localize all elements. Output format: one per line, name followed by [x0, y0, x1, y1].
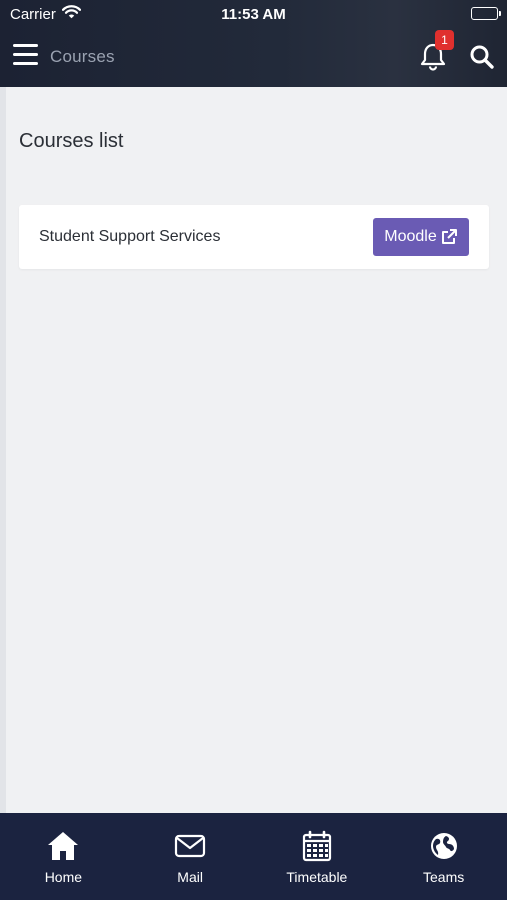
- bottom-tab-bar: Home Mail Timetable Teams: [0, 813, 507, 900]
- tab-label: Timetable: [286, 869, 348, 885]
- moodle-button[interactable]: Moodle: [373, 218, 469, 256]
- moodle-button-label: Moodle: [384, 228, 437, 245]
- search-icon: [470, 45, 494, 69]
- side-edge: [0, 87, 6, 813]
- section-title: Courses list: [19, 130, 124, 152]
- mail-icon: [173, 830, 207, 862]
- external-link-icon: [441, 229, 457, 244]
- tab-label: Home: [44, 869, 83, 885]
- tab-home[interactable]: Home: [0, 813, 127, 900]
- status-bar: Carrier 11:53 AM: [0, 0, 507, 30]
- tab-timetable[interactable]: Timetable: [254, 813, 381, 900]
- menu-button[interactable]: [13, 44, 38, 68]
- tab-label: Teams: [423, 869, 465, 885]
- page-title: Courses: [50, 47, 115, 66]
- notification-badge: 1: [435, 30, 454, 50]
- globe-icon: [427, 830, 461, 862]
- course-name: Student Support Services: [39, 228, 221, 245]
- battery-icon: [471, 7, 501, 20]
- home-icon: [46, 830, 80, 862]
- calendar-icon: [300, 830, 334, 862]
- tab-teams[interactable]: Teams: [380, 813, 507, 900]
- tab-mail[interactable]: Mail: [127, 813, 254, 900]
- status-time: 11:53 AM: [221, 6, 286, 23]
- tab-label: Mail: [177, 869, 203, 885]
- search-button[interactable]: [469, 44, 495, 70]
- course-card: Student Support Services Moodle: [19, 205, 489, 269]
- app-header: Carrier 11:53 AM Courses 1: [0, 0, 507, 87]
